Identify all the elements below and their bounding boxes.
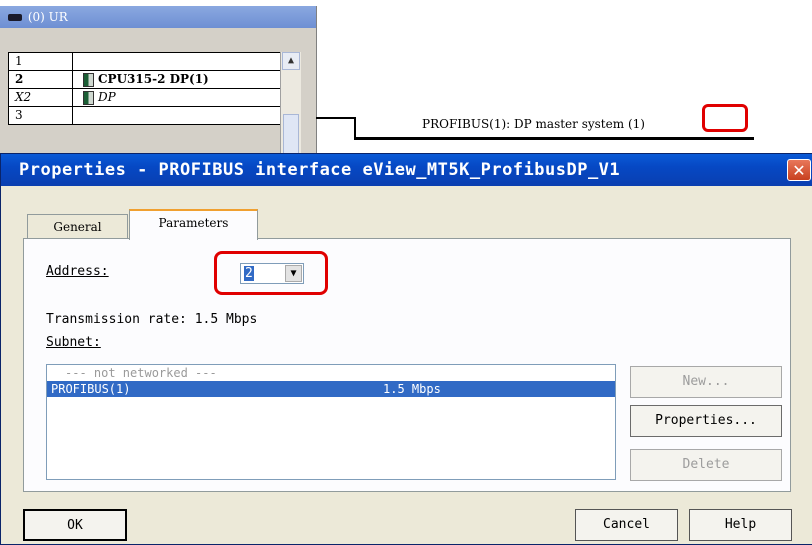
tab-parameters[interactable]: Parameters: [129, 209, 258, 240]
rack-module: [73, 107, 281, 124]
rack-row[interactable]: 1: [9, 53, 281, 71]
rack-module-label: DP: [98, 90, 116, 104]
ok-button[interactable]: OK: [23, 509, 127, 541]
scroll-thumb[interactable]: [283, 114, 299, 154]
rack-title-bar: (0) UR: [0, 6, 316, 28]
cpu-module-icon: [83, 72, 94, 87]
address-select[interactable]: 2 ▼: [240, 263, 304, 284]
profibus-line[interactable]: [354, 137, 754, 140]
rack-icon: [8, 14, 22, 21]
properties-button[interactable]: Properties...: [630, 405, 782, 437]
rack-row[interactable]: 3: [9, 107, 281, 125]
chevron-down-icon[interactable]: ▼: [285, 265, 302, 282]
list-item[interactable]: PROFIBUS(1) 1.5 Mbps: [47, 381, 615, 397]
rack-module: CPU315-2 DP(1): [73, 71, 281, 88]
bus-connector-line: [316, 117, 356, 119]
rack-module: DP: [73, 89, 281, 106]
rack-slot: X2: [9, 89, 73, 106]
bus-number-highlight: [702, 104, 748, 132]
rack-module-label: CPU315-2 DP(1): [98, 72, 209, 86]
properties-dialog: Properties - PROFIBUS interface eView_MT…: [0, 153, 812, 545]
address-value: 2: [244, 266, 254, 281]
bus-connector-line: [354, 117, 356, 139]
rack-table: 1 2 CPU315-2 DP(1) X2 DP 3: [8, 52, 281, 125]
new-button[interactable]: New...: [630, 366, 782, 398]
profibus-system-number: (1): [627, 117, 645, 131]
rack-slot: 2: [9, 71, 73, 88]
subnet-rate: 1.5 Mbps: [383, 382, 441, 396]
tab-general[interactable]: General: [27, 214, 128, 239]
rack-slot: 3: [9, 107, 73, 124]
subnet-list[interactable]: --- not networked --- PROFIBUS(1) 1.5 Mb…: [46, 364, 616, 480]
address-label: Address:: [46, 264, 109, 279]
subnet-name: --- not networked ---: [65, 366, 217, 380]
scroll-up-arrow-icon[interactable]: ▲: [282, 52, 300, 70]
dp-interface-icon: [83, 90, 94, 105]
rack-window: (0) UR 1 2 CPU315-2 DP(1) X2 DP 3 ▲: [0, 6, 317, 156]
rack-module: [73, 53, 281, 70]
subnet-name: PROFIBUS(1): [51, 382, 131, 396]
rack-row[interactable]: X2 DP: [9, 89, 281, 107]
cancel-button[interactable]: Cancel: [575, 509, 678, 541]
list-item[interactable]: --- not networked ---: [47, 365, 615, 381]
rack-scrollbar[interactable]: ▲: [280, 52, 301, 156]
subnet-label-text: Subnet:: [46, 335, 101, 350]
parameters-panel: Address: 2 ▼ Transmission rate: 1.5 Mbps…: [23, 238, 791, 492]
help-button[interactable]: Help: [689, 509, 792, 541]
address-label-text: Address:: [46, 264, 109, 279]
profibus-system-label: PROFIBUS(1): DP master system: [422, 117, 625, 131]
delete-button[interactable]: Delete: [630, 449, 782, 481]
dialog-title: Properties - PROFIBUS interface eView_MT…: [1, 154, 812, 186]
subnet-label: Subnet:: [46, 335, 101, 350]
profibus-label: PROFIBUS(1): DP master system (1): [422, 117, 645, 131]
rack-slot: 1: [9, 53, 73, 70]
close-icon[interactable]: ✕: [787, 159, 811, 181]
rack-row[interactable]: 2 CPU315-2 DP(1): [9, 71, 281, 89]
rack-title: (0) UR: [27, 10, 68, 24]
transmission-rate-text: Transmission rate: 1.5 Mbps: [46, 312, 258, 327]
